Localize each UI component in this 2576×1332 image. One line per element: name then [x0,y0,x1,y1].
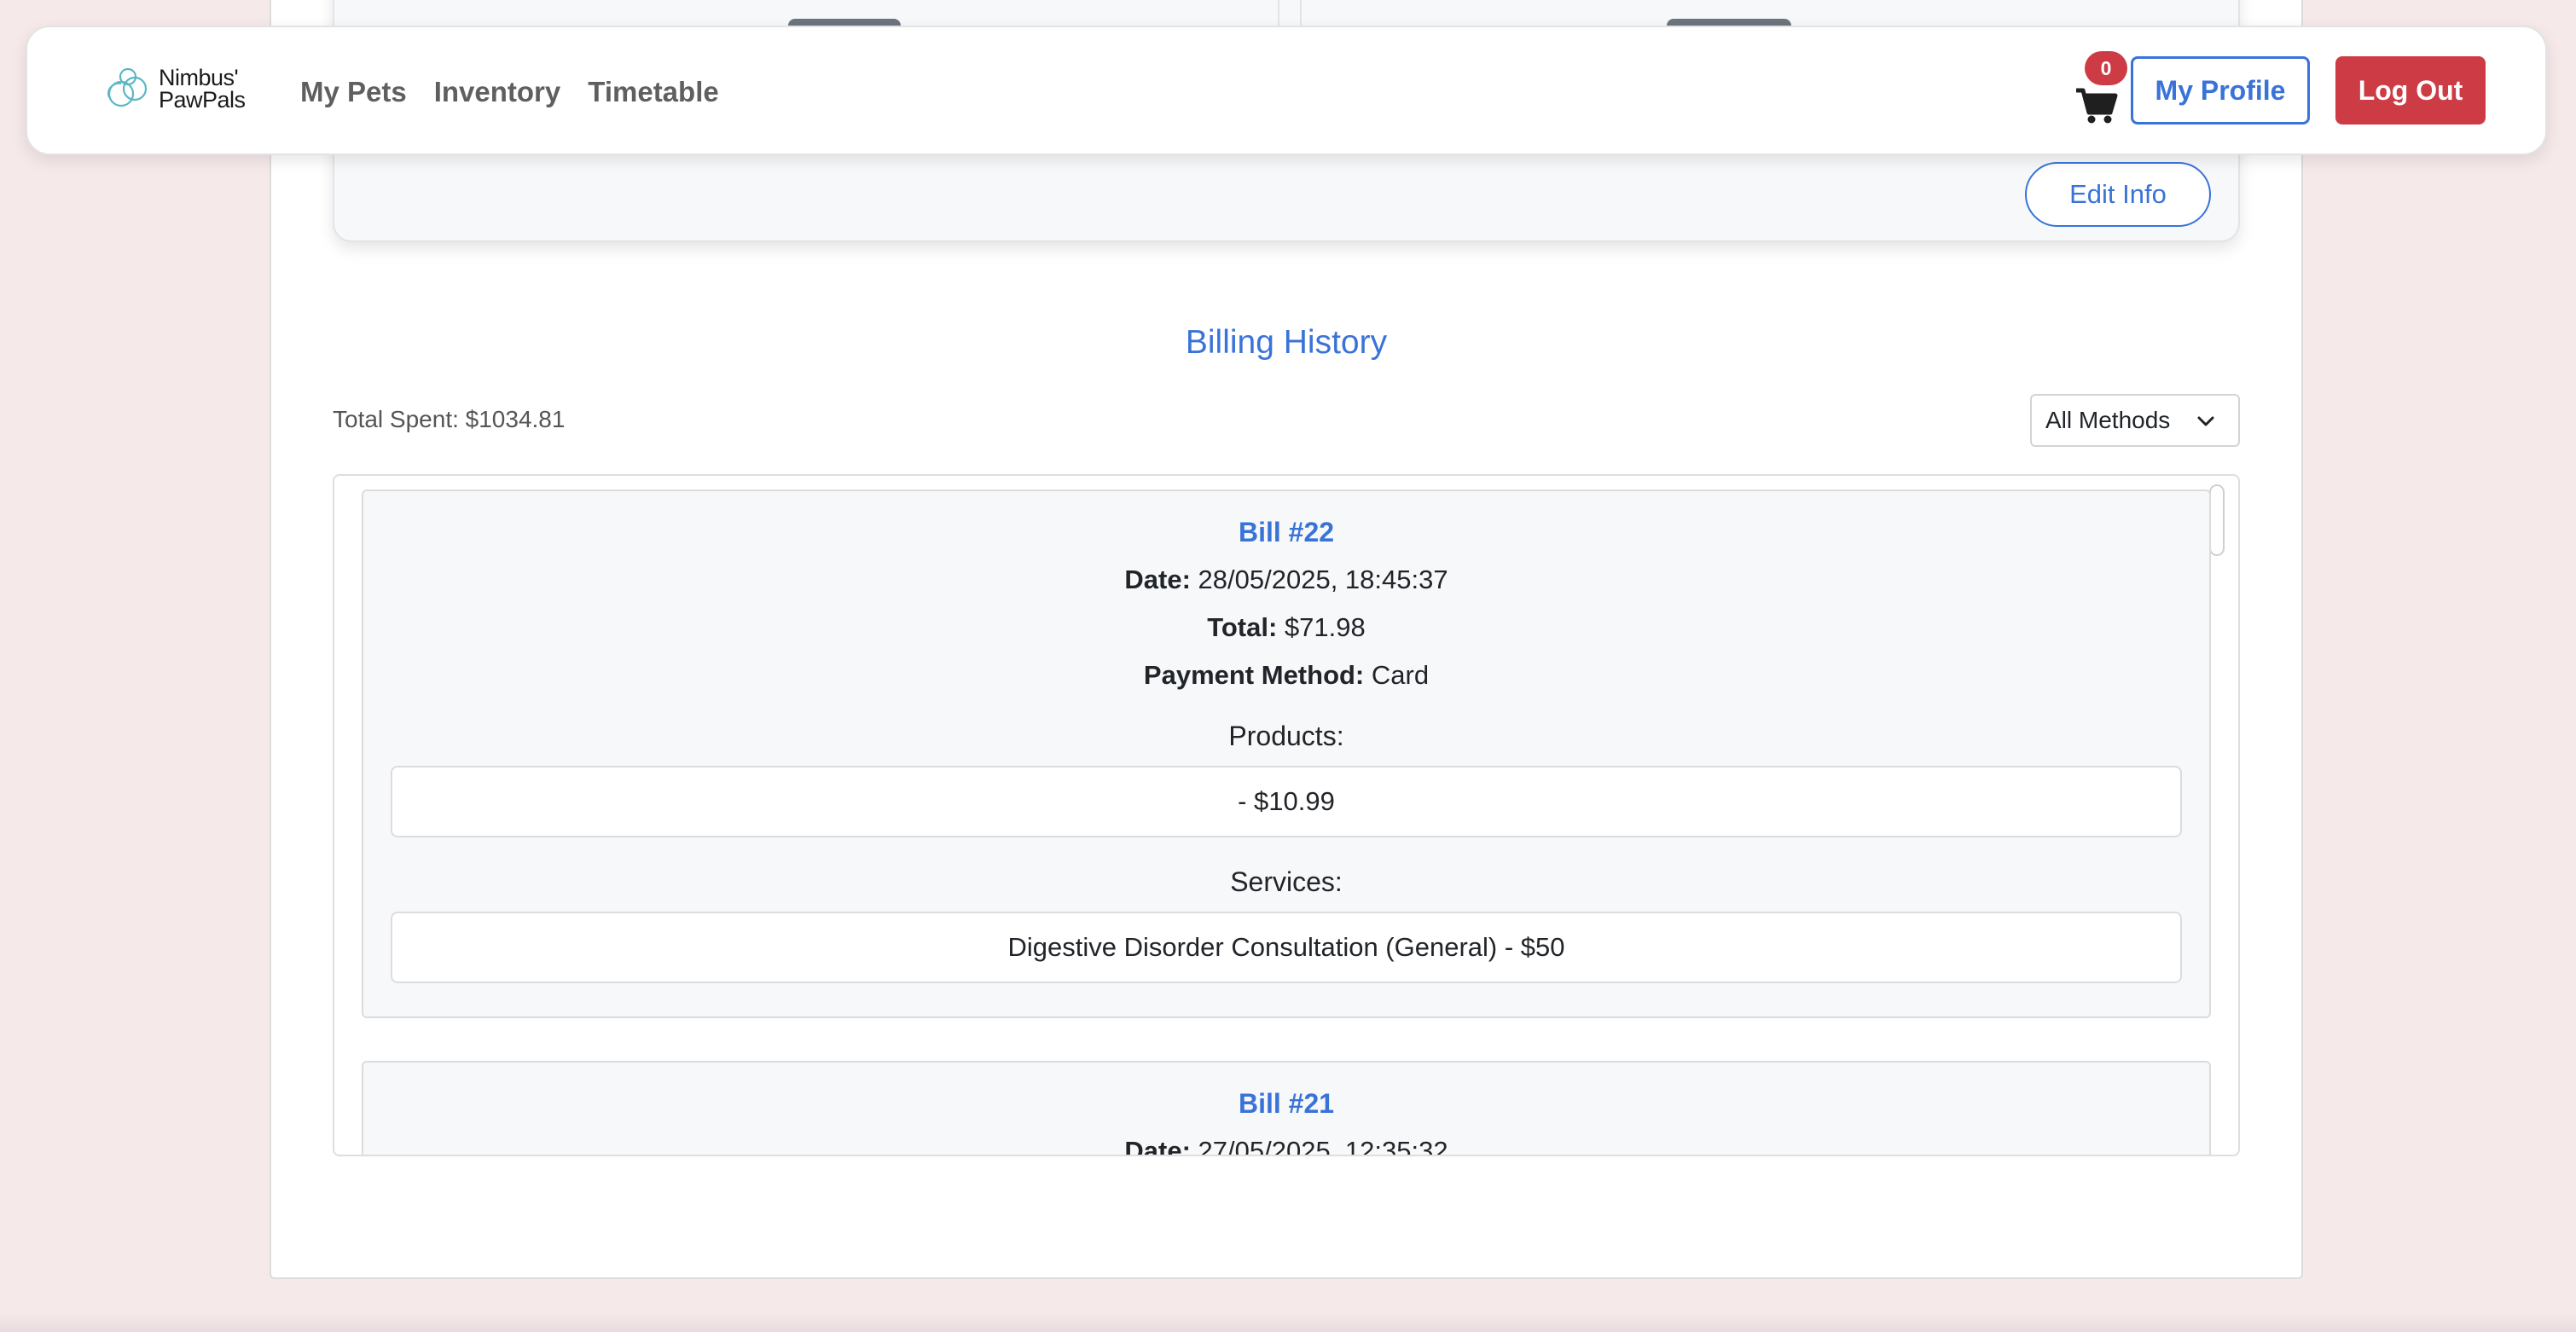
bill-title: Bill #21 [1238,1088,1335,1119]
bill-total-label: Total: [1207,612,1278,642]
edit-info-button[interactable]: Edit Info [2025,162,2211,227]
bottom-shadow [0,1313,2576,1332]
nav-links: My Pets Inventory Timetable [300,27,719,157]
bill-card: Bill #22 Date: 28/05/2025, 18:45:37 Tota… [362,489,2211,1018]
bill-date: Date: 28/05/2025, 18:45:37 [363,564,2209,596]
scrollbar-thumb[interactable] [2209,484,2225,556]
bill-payment-method: Payment Method: Card [363,659,2209,692]
bill-date-value: 27/05/2025, 12:35:32 [1198,1136,1448,1156]
bill-date-label: Date: [1124,1136,1191,1156]
total-spent: Total Spent: $1034.81 [333,406,566,432]
navbar: Nimbus' PawPals My Pets Inventory Timeta… [26,26,2547,155]
cart-count-badge: 0 [2085,51,2127,85]
service-item: Digestive Disorder Consultation (General… [391,912,2182,983]
bill-payment-method-value: Card [1371,660,1430,690]
bill-card: Bill #21 Date: 27/05/2025, 12:35:32 [362,1061,2211,1156]
logo-text-line1: Nimbus' [159,65,239,90]
chevron-down-icon [2197,416,2214,426]
nav-link-my-pets[interactable]: My Pets [300,76,407,108]
bill-date-value: 28/05/2025, 18:45:37 [1198,565,1448,594]
nav-link-timetable[interactable]: Timetable [588,76,718,108]
bill-date-label: Date: [1124,565,1191,594]
services-heading: Services: [1230,866,1343,897]
product-item: - $10.99 [391,766,2182,837]
products-heading: Products: [1228,721,1344,751]
bill-payment-method-label: Payment Method: [1143,660,1365,690]
my-profile-button[interactable]: My Profile [2131,56,2310,125]
paw-logo-icon [107,67,148,107]
bill-total-value: $71.98 [1284,612,1366,642]
payment-method-filter-value: All Methods [2045,407,2171,433]
bill-title: Bill #22 [1238,517,1335,547]
payment-method-filter[interactable]: All Methods [2030,394,2240,447]
log-out-button[interactable]: Log Out [2335,56,2486,125]
bills-list[interactable]: Bill #22 Date: 28/05/2025, 18:45:37 Tota… [333,474,2240,1156]
billing-history-title: Billing History [1185,324,1388,361]
bill-date: Date: 27/05/2025, 12:35:32 [363,1135,2209,1156]
logo[interactable]: Nimbus' PawPals [102,63,246,114]
logo-text-line2: PawPals [159,87,246,113]
nav-link-inventory[interactable]: Inventory [434,76,561,108]
card-divider [1278,0,1302,27]
bill-total: Total: $71.98 [363,611,2209,644]
